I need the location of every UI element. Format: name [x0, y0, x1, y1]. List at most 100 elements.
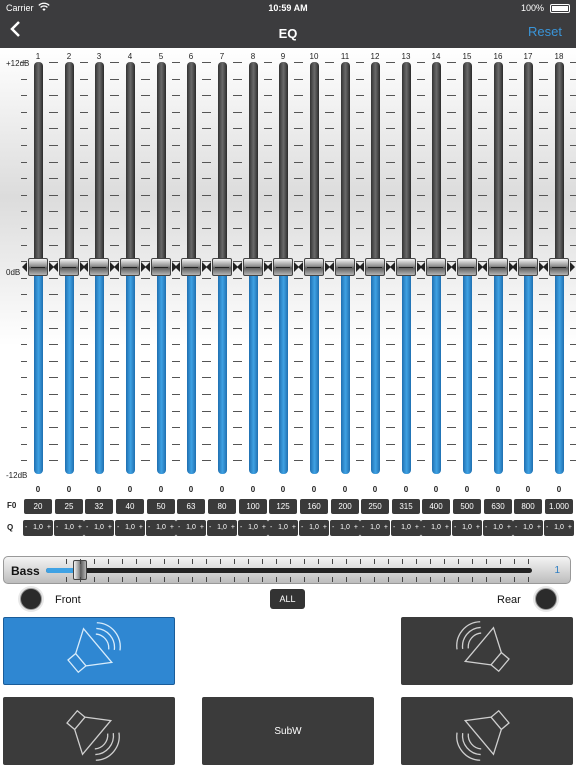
- channel-frequency[interactable]: 160: [300, 499, 328, 514]
- channel-fader-handle[interactable]: [273, 258, 293, 276]
- q-increase-button[interactable]: +: [445, 520, 449, 536]
- reset-button[interactable]: Reset: [528, 24, 562, 39]
- channel-frequency[interactable]: 40: [116, 499, 144, 514]
- channel-track-upper[interactable]: [524, 62, 533, 264]
- channel-track-level[interactable]: [494, 274, 503, 474]
- channel-track-upper[interactable]: [402, 62, 411, 264]
- rear-toggle[interactable]: [535, 588, 557, 610]
- channel-track-upper[interactable]: [463, 62, 472, 264]
- channel-frequency[interactable]: 315: [392, 499, 420, 514]
- channel-fader-handle[interactable]: [120, 258, 140, 276]
- channel-fader-handle[interactable]: [426, 258, 446, 276]
- q-increase-button[interactable]: +: [292, 520, 296, 536]
- channel-fader-handle[interactable]: [549, 258, 569, 276]
- channel-frequency[interactable]: 32: [85, 499, 113, 514]
- channel-track-level[interactable]: [65, 274, 74, 474]
- channel-track-upper[interactable]: [494, 62, 503, 264]
- channel-track-upper[interactable]: [65, 62, 74, 264]
- front-toggle[interactable]: [20, 588, 42, 610]
- channel-fader-handle[interactable]: [518, 258, 538, 276]
- channel-track-level[interactable]: [310, 274, 319, 474]
- channel-track-upper[interactable]: [126, 62, 135, 264]
- channel-track-level[interactable]: [157, 274, 166, 474]
- channel-frequency[interactable]: 100: [239, 499, 267, 514]
- all-button[interactable]: ALL: [270, 589, 305, 609]
- channel-track-upper[interactable]: [157, 62, 166, 264]
- channel-track-level[interactable]: [432, 274, 441, 474]
- channel-frequency[interactable]: 125: [269, 499, 297, 514]
- q-increase-button[interactable]: +: [354, 520, 358, 536]
- q-increase-button[interactable]: +: [384, 520, 388, 536]
- q-increase-button[interactable]: +: [78, 520, 82, 536]
- channel-fader-handle[interactable]: [304, 258, 324, 276]
- q-increase-button[interactable]: +: [47, 520, 51, 536]
- channel-track-upper[interactable]: [249, 62, 258, 264]
- channel-track-upper[interactable]: [279, 62, 288, 264]
- channel-fader-handle[interactable]: [457, 258, 477, 276]
- channel-track-level[interactable]: [249, 274, 258, 474]
- q-increase-button[interactable]: +: [108, 520, 112, 536]
- q-increase-button[interactable]: +: [262, 520, 266, 536]
- channel-track-upper[interactable]: [341, 62, 350, 264]
- channel-track-upper[interactable]: [432, 62, 441, 264]
- channel-track-upper[interactable]: [371, 62, 380, 264]
- q-increase-button[interactable]: +: [170, 520, 174, 536]
- channel-fader-handle[interactable]: [151, 258, 171, 276]
- channel-track-level[interactable]: [126, 274, 135, 474]
- q-increase-button[interactable]: +: [231, 520, 235, 536]
- channel-track-level[interactable]: [34, 274, 43, 474]
- channel-frequency[interactable]: 250: [361, 499, 389, 514]
- channel-frequency[interactable]: 630: [484, 499, 512, 514]
- channel-fader-handle[interactable]: [396, 258, 416, 276]
- speaker-front-right-button[interactable]: [401, 617, 573, 685]
- channel-frequency[interactable]: 50: [147, 499, 175, 514]
- channel-frequency[interactable]: 1.000: [545, 499, 573, 514]
- channel-track-level[interactable]: [218, 274, 227, 474]
- channel-track-level[interactable]: [402, 274, 411, 474]
- q-increase-button[interactable]: +: [415, 520, 419, 536]
- channel-track-upper[interactable]: [218, 62, 227, 264]
- channel-fader-handle[interactable]: [59, 258, 79, 276]
- channel-frequency[interactable]: 400: [422, 499, 450, 514]
- channel-track-level[interactable]: [341, 274, 350, 474]
- q-increase-button[interactable]: +: [537, 520, 541, 536]
- channel-frequency[interactable]: 80: [208, 499, 236, 514]
- channel-fader-handle[interactable]: [212, 258, 232, 276]
- channel-fader-handle[interactable]: [181, 258, 201, 276]
- channel-frequency[interactable]: 800: [514, 499, 542, 514]
- channel-track-level[interactable]: [463, 274, 472, 474]
- channel-track-level[interactable]: [95, 274, 104, 474]
- channel-track-level[interactable]: [279, 274, 288, 474]
- subwoofer-button[interactable]: SubW: [202, 697, 374, 765]
- channel-frequency[interactable]: 25: [55, 499, 83, 514]
- channel-fader-handle[interactable]: [28, 258, 48, 276]
- channel-frequency[interactable]: 20: [24, 499, 52, 514]
- channel-track-upper[interactable]: [187, 62, 196, 264]
- q-increase-button[interactable]: +: [476, 520, 480, 536]
- q-increase-button[interactable]: +: [200, 520, 204, 536]
- speaker-rear-left-button[interactable]: [3, 697, 175, 765]
- channel-fader-handle[interactable]: [243, 258, 263, 276]
- channel-track-upper[interactable]: [310, 62, 319, 264]
- channel-track-upper[interactable]: [34, 62, 43, 264]
- q-increase-button[interactable]: +: [568, 520, 572, 536]
- channel-fader-handle[interactable]: [488, 258, 508, 276]
- q-increase-button[interactable]: +: [507, 520, 511, 536]
- channel-track-upper[interactable]: [95, 62, 104, 264]
- bass-slider-track[interactable]: [46, 568, 532, 573]
- q-increase-button[interactable]: +: [139, 520, 143, 536]
- channel-frequency[interactable]: 63: [177, 499, 205, 514]
- channel-track-upper[interactable]: [555, 62, 564, 264]
- channel-track-level[interactable]: [187, 274, 196, 474]
- channel-track-level[interactable]: [524, 274, 533, 474]
- channel-track-level[interactable]: [371, 274, 380, 474]
- channel-frequency[interactable]: 500: [453, 499, 481, 514]
- channel-fader-handle[interactable]: [89, 258, 109, 276]
- q-increase-button[interactable]: +: [323, 520, 327, 536]
- channel-frequency[interactable]: 200: [331, 499, 359, 514]
- speaker-rear-right-button[interactable]: [401, 697, 573, 765]
- channel-fader-handle[interactable]: [335, 258, 355, 276]
- channel-track-level[interactable]: [555, 274, 564, 474]
- channel-fader-handle[interactable]: [365, 258, 385, 276]
- speaker-front-left-button[interactable]: [3, 617, 175, 685]
